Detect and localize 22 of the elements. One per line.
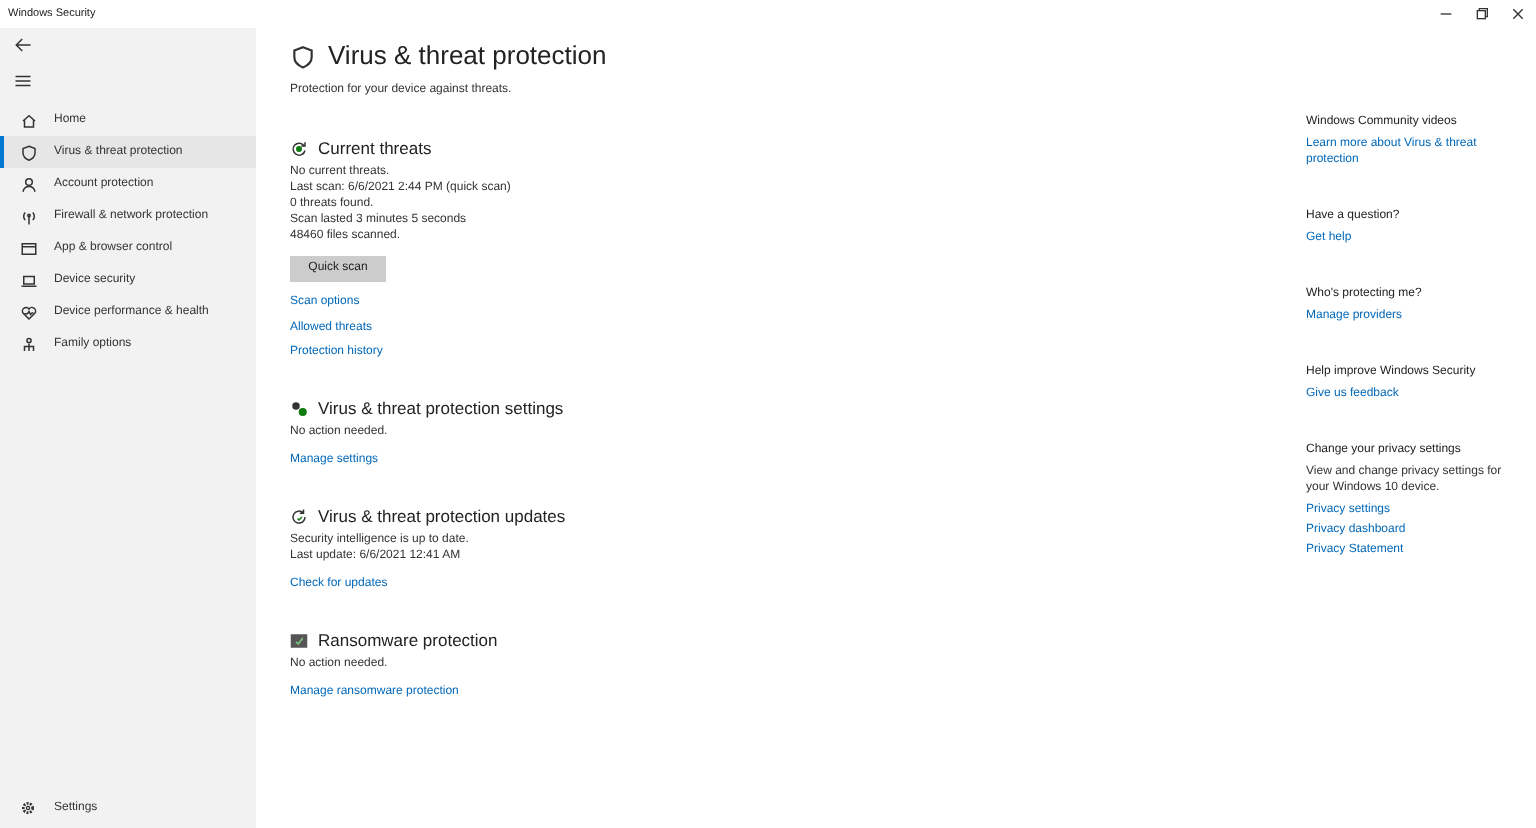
update-icon bbox=[290, 508, 308, 526]
antenna-icon bbox=[19, 207, 37, 225]
close-icon bbox=[1510, 6, 1526, 22]
family-icon bbox=[19, 335, 37, 353]
section-heading: Virus & threat protection updates bbox=[318, 506, 566, 528]
window-icon bbox=[19, 239, 37, 257]
section-heading: Ransomware protection bbox=[318, 630, 498, 652]
laptop-icon bbox=[19, 271, 37, 289]
gear-icon bbox=[20, 800, 36, 816]
virus-scan-icon bbox=[290, 140, 308, 158]
heart-icon bbox=[19, 303, 37, 321]
ransomware-folder-icon bbox=[290, 632, 308, 650]
menu-icon bbox=[14, 71, 32, 89]
section-heading: Virus & threat protection settings bbox=[318, 398, 564, 420]
restore-icon bbox=[1474, 6, 1490, 22]
page-title: Virus & threat protection bbox=[328, 40, 607, 72]
back-arrow-icon bbox=[14, 35, 32, 53]
person-icon bbox=[19, 175, 37, 193]
shield-icon bbox=[19, 143, 37, 161]
section-heading: Current threats bbox=[318, 138, 432, 160]
shield-icon bbox=[290, 43, 316, 69]
home-icon bbox=[19, 111, 37, 129]
